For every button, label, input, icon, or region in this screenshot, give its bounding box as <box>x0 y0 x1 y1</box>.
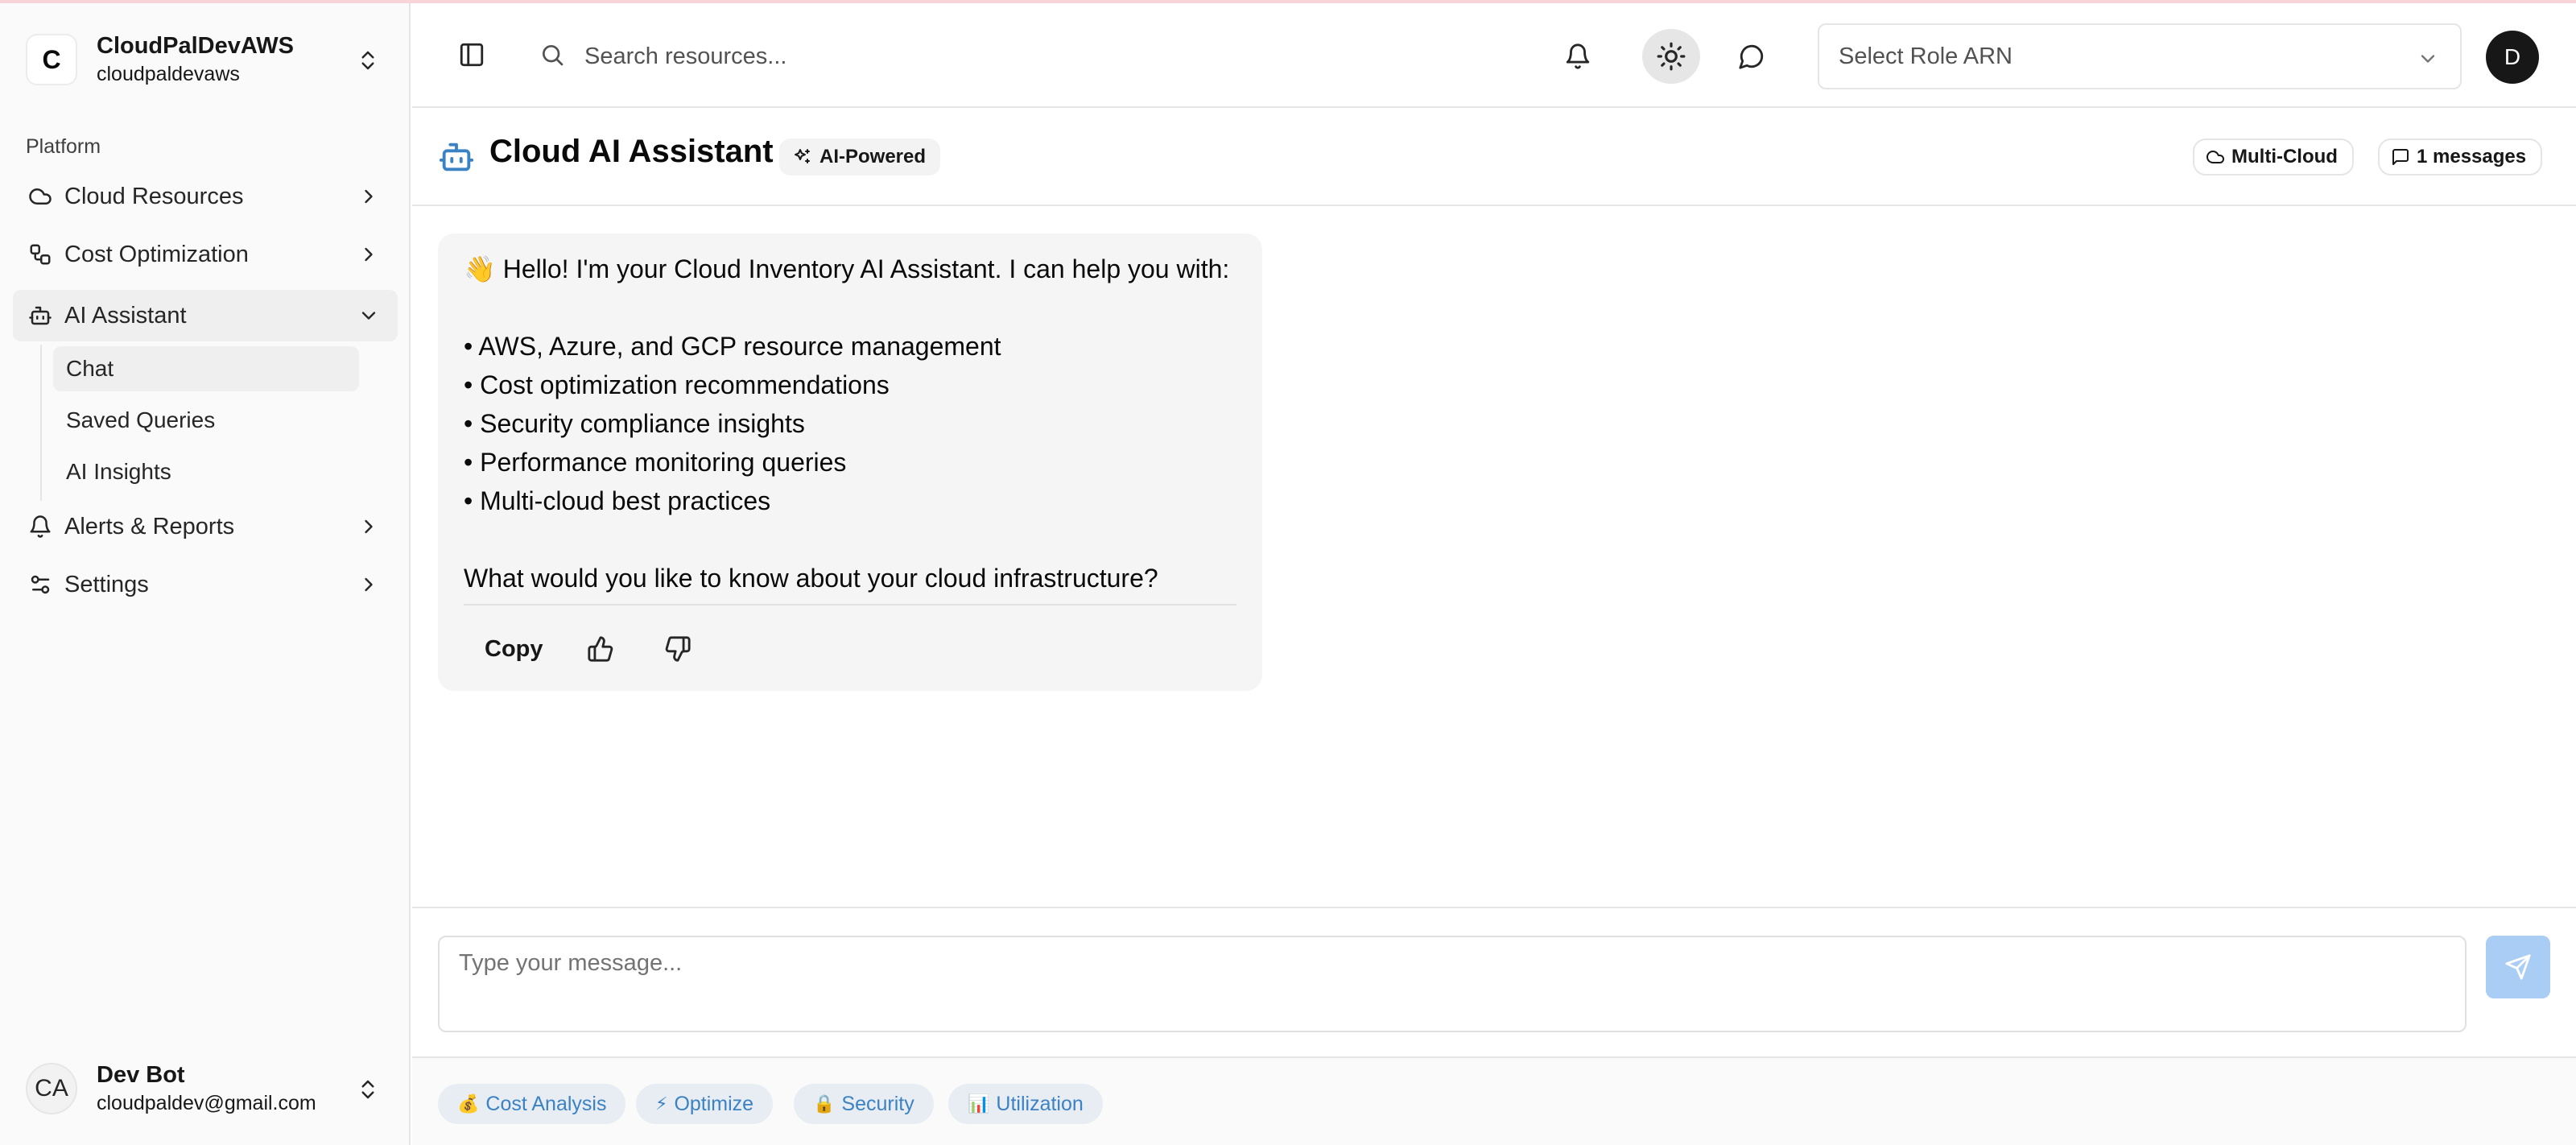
ai-powered-badge: AI-Powered <box>779 138 941 176</box>
org-name: CloudPalDevAWS <box>97 33 294 59</box>
top-header: Select Role ARN D <box>412 3 2576 108</box>
thumbs-down-icon <box>665 636 691 662</box>
chip-label: Cost Analysis <box>485 1092 607 1115</box>
sidebar-subitem-chat[interactable]: Chat <box>53 346 359 391</box>
message-actions: Copy <box>464 604 1236 691</box>
thumbs-up-icon <box>588 636 613 662</box>
bell-icon <box>1566 43 1590 69</box>
chevrons-up-down-icon <box>361 1080 374 1099</box>
message-bullet: • Security compliance insights <box>464 409 805 438</box>
profile-avatar[interactable]: D <box>2486 31 2539 84</box>
role-arn-placeholder: Select Role ARN <box>1839 43 2013 69</box>
search-icon <box>538 40 567 69</box>
sidebar-item-label: Alerts & Reports <box>64 513 235 539</box>
sidebar-group-label: Platform <box>26 135 101 158</box>
thumbs-up-button[interactable] <box>584 633 617 665</box>
badge-label: Multi-Cloud <box>2231 146 2338 167</box>
message-closing: What would you like to know about your c… <box>464 564 1158 593</box>
bar-chart-icon: 📊 <box>968 1093 990 1114</box>
badge-label: AI-Powered <box>819 146 927 167</box>
sun-icon <box>1657 42 1686 71</box>
thumbs-down-button[interactable] <box>662 633 694 665</box>
sidebar-item-label: Cloud Resources <box>64 183 244 209</box>
sparkles-icon <box>795 149 810 163</box>
message-square-icon <box>2392 149 2409 165</box>
bot-icon <box>27 303 53 329</box>
sidebar-item-cost-optimization[interactable]: Cost Optimization <box>13 229 398 280</box>
sidebar-toggle-button[interactable] <box>456 39 488 71</box>
theme-toggle-button[interactable] <box>1642 29 1700 84</box>
chevron-right-icon <box>365 519 373 534</box>
quick-suggestions: 💰 Cost Analysis ⚡ Optimize 🔒 Security 📊 … <box>412 1056 2576 1145</box>
money-bag-icon: 💰 <box>457 1093 480 1114</box>
suggestion-chip-cost-analysis[interactable]: 💰 Cost Analysis <box>438 1084 626 1124</box>
sidebar-item-cloud-resources[interactable]: Cloud Resources <box>13 171 398 222</box>
send-icon <box>2505 954 2531 980</box>
notifications-button[interactable] <box>1562 40 1594 72</box>
search-input[interactable] <box>584 34 1309 79</box>
assistant-message: 👋 Hello! I'm your Cloud Inventory AI Ass… <box>438 234 1262 691</box>
send-button[interactable] <box>2486 936 2550 998</box>
chevron-down-icon <box>2421 55 2435 63</box>
submenu-guide-line <box>40 345 42 501</box>
message-bullet: • Cost optimization recommendations <box>464 370 890 399</box>
sliders-icon <box>27 572 53 597</box>
avatar: CA <box>26 1063 77 1114</box>
copy-button[interactable]: Copy <box>467 626 561 672</box>
page-title: Cloud AI Assistant <box>489 134 774 169</box>
org-switcher[interactable]: C CloudPalDevAWS cloudpaldevaws <box>13 19 398 100</box>
bot-icon <box>439 143 474 172</box>
sidebar: C CloudPalDevAWS cloudpaldevaws Platform… <box>0 3 411 1145</box>
lock-icon: 🔒 <box>813 1093 836 1114</box>
workflow-icon <box>27 242 53 267</box>
bell-icon <box>27 514 53 539</box>
sidebar-item-settings[interactable]: Settings <box>13 559 398 610</box>
message-bullet: • Performance monitoring queries <box>464 448 847 477</box>
panel-left-icon <box>460 43 484 67</box>
user-menu[interactable]: CA Dev Bot cloudpaldev@gmail.com <box>13 1050 398 1127</box>
message-count-badge: 1 messages <box>2378 138 2543 176</box>
lightning-icon: ⚡ <box>655 1093 668 1114</box>
suggestion-chip-security[interactable]: 🔒 Security <box>794 1084 934 1124</box>
sidebar-item-alerts-reports[interactable]: Alerts & Reports <box>13 501 398 552</box>
sidebar-subitem-saved-queries[interactable]: Saved Queries <box>53 398 359 443</box>
message-bullet: • Multi-cloud best practices <box>464 486 771 515</box>
message-circle-icon <box>1739 44 1764 69</box>
role-arn-select[interactable]: Select Role ARN <box>1818 23 2462 89</box>
sidebar-item-label: AI Assistant <box>64 302 187 329</box>
org-slug: cloudpaldevaws <box>97 63 240 85</box>
sidebar-item-label: Cost Optimization <box>64 241 249 267</box>
chat-button[interactable] <box>1736 40 1768 72</box>
sidebar-item-ai-assistant[interactable]: AI Assistant <box>13 290 398 341</box>
message-greeting: 👋 Hello! I'm your Cloud Inventory AI Ass… <box>464 254 1230 283</box>
chevrons-up-down-icon <box>361 51 374 70</box>
message-input[interactable] <box>438 936 2467 1032</box>
chip-label: Optimize <box>674 1092 754 1115</box>
message-composer <box>412 907 2576 1056</box>
chevron-right-icon <box>365 577 373 592</box>
cloud-icon <box>2207 151 2224 163</box>
suggestion-chip-optimize[interactable]: ⚡ Optimize <box>636 1084 774 1124</box>
chip-label: Security <box>841 1092 914 1115</box>
sidebar-item-label: Settings <box>64 571 149 597</box>
multi-cloud-badge: Multi-Cloud <box>2193 138 2354 176</box>
page-header: Cloud AI Assistant AI-Powered Multi-Clou… <box>412 108 2576 206</box>
chevron-right-icon <box>365 189 373 204</box>
sidebar-subitem-ai-insights[interactable]: AI Insights <box>53 449 359 494</box>
suggestion-chip-utilization[interactable]: 📊 Utilization <box>948 1084 1103 1124</box>
chevron-down-icon <box>361 312 376 320</box>
message-bullet: • AWS, Azure, and GCP resource managemen… <box>464 332 1001 361</box>
org-logo: C <box>26 34 77 85</box>
user-name: Dev Bot <box>97 1062 185 1088</box>
chevron-right-icon <box>365 247 373 262</box>
badge-label: 1 messages <box>2417 146 2527 167</box>
chip-label: Utilization <box>996 1092 1084 1115</box>
cloud-icon <box>27 184 53 209</box>
user-email: cloudpaldev@gmail.com <box>97 1092 316 1114</box>
